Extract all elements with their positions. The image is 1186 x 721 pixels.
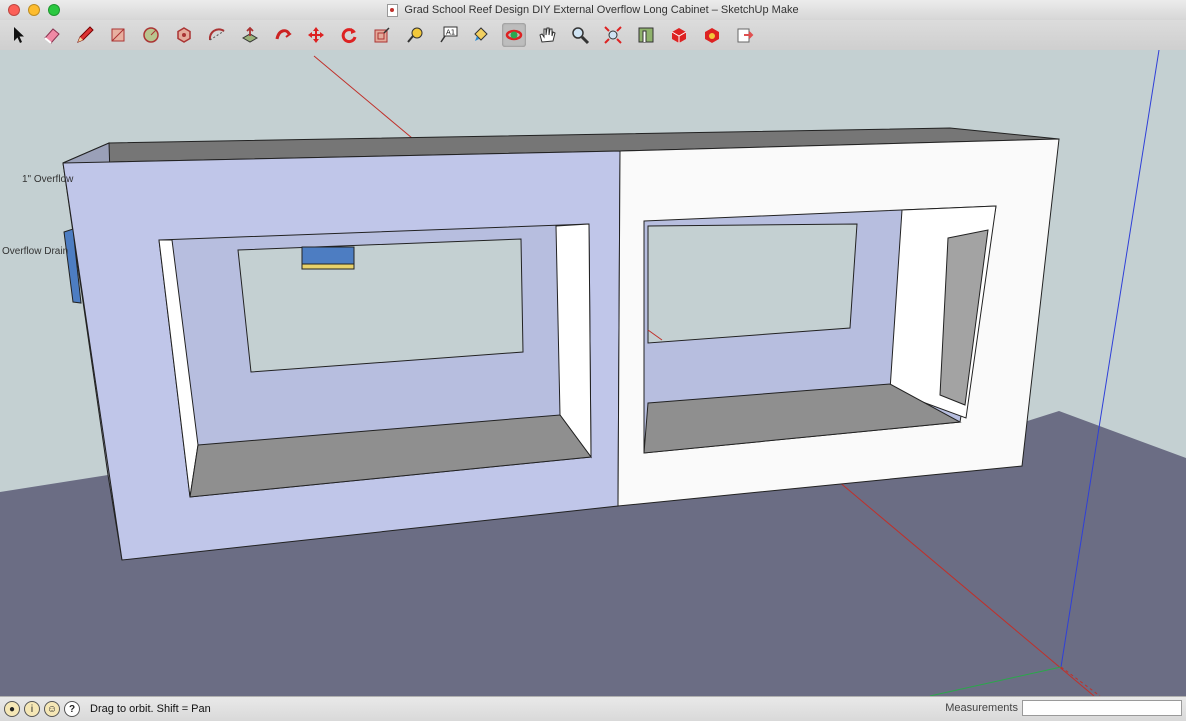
zoom-tool-icon[interactable]: [568, 23, 592, 47]
sump-part-yellow: [301, 263, 355, 270]
geolocation-icon[interactable]: ●: [4, 701, 20, 717]
orbit-tool-icon[interactable]: [502, 23, 526, 47]
measurements-input[interactable]: [1022, 700, 1182, 716]
status-hint: Drag to orbit. Shift = Pan: [90, 703, 211, 715]
tape-measure-tool-icon[interactable]: [403, 23, 427, 47]
offset-tool-icon[interactable]: [370, 23, 394, 47]
window-controls: [8, 4, 60, 16]
window-titlebar: Grad School Reef Design DIY External Ove…: [0, 0, 1186, 20]
user-icon[interactable]: ☺: [44, 701, 60, 717]
text-tool-icon[interactable]: A1: [436, 23, 460, 47]
pencil-tool-icon[interactable]: [73, 23, 97, 47]
credits-icon[interactable]: i: [24, 701, 40, 717]
status-bar: ● i ☺ ? Drag to orbit. Shift = Pan Measu…: [0, 696, 1186, 721]
pan-tool-icon[interactable]: [535, 23, 559, 47]
document-icon: [387, 3, 399, 17]
select-tool-icon[interactable]: [7, 23, 31, 47]
move-tool-icon[interactable]: [304, 23, 328, 47]
right-back-window: [647, 223, 858, 344]
circle-tool-icon[interactable]: [139, 23, 163, 47]
extension-warehouse-icon[interactable]: [700, 23, 724, 47]
3d-warehouse-icon[interactable]: [667, 23, 691, 47]
svg-text:A1: A1: [446, 29, 455, 37]
left-back-window: [237, 238, 524, 373]
rectangle-tool-icon[interactable]: [106, 23, 130, 47]
zoom-extents-tool-icon[interactable]: [601, 23, 625, 47]
main-toolbar: A1: [0, 20, 1186, 51]
model-viewport[interactable]: 1" Overflow Overflow Drain: [0, 50, 1186, 696]
follow-me-tool-icon[interactable]: [271, 23, 295, 47]
polygon-tool-icon[interactable]: [172, 23, 196, 47]
window-title-group: Grad School Reef Design DIY External Ove…: [387, 3, 799, 17]
minimize-window-button[interactable]: [28, 4, 40, 16]
model-label-overflow-drain: Overflow Drain: [2, 246, 69, 257]
zoom-window-button[interactable]: [48, 4, 60, 16]
window-title: Grad School Reef Design DIY External Ove…: [404, 4, 799, 16]
measurements-label: Measurements: [945, 702, 1018, 714]
model-label-overflow: 1" Overflow: [22, 174, 74, 185]
share-model-icon[interactable]: [733, 23, 757, 47]
sump-part-blue: [301, 246, 355, 265]
close-window-button[interactable]: [8, 4, 20, 16]
position-camera-tool-icon[interactable]: [634, 23, 658, 47]
push-pull-tool-icon[interactable]: [238, 23, 262, 47]
paint-bucket-tool-icon[interactable]: [469, 23, 493, 47]
help-icon[interactable]: ?: [64, 701, 80, 717]
rotate-tool-icon[interactable]: [337, 23, 361, 47]
model-canvas[interactable]: [0, 50, 1186, 696]
eraser-tool-icon[interactable]: [40, 23, 64, 47]
red-axis-line: [313, 55, 413, 139]
arc-tool-icon[interactable]: [205, 23, 229, 47]
